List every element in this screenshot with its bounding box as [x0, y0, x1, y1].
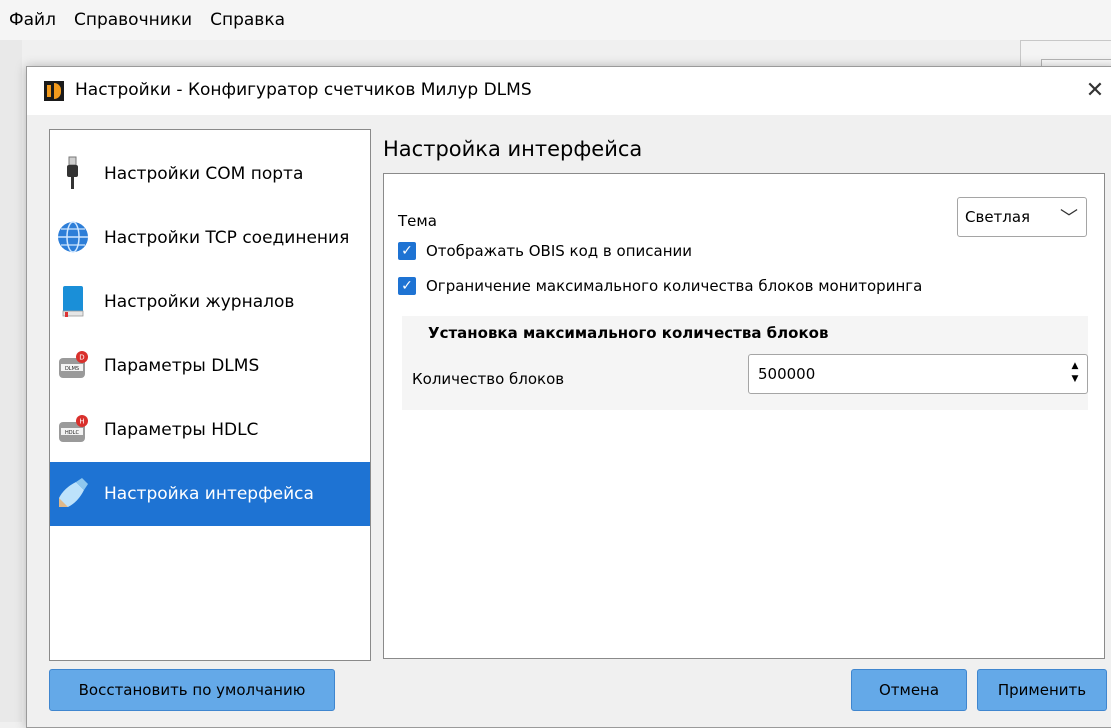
spin-down-icon[interactable]: ▼	[1069, 373, 1081, 386]
settings-dialog: Настройки - Конфигуратор счетчиков Милур…	[26, 66, 1111, 728]
apply-button[interactable]: Применить	[977, 669, 1107, 711]
app-logo-icon	[44, 81, 64, 101]
interface-settings-panel: Тема Светлая ﹀ ✓ Отображать OBIS код в о…	[383, 173, 1105, 659]
chevron-down-icon: ﹀	[1060, 208, 1078, 229]
usb-cable-icon	[67, 156, 78, 189]
spin-up-icon[interactable]: ▲	[1069, 360, 1081, 373]
settings-nav: Настройки COM порта Настройки TCP соедин…	[49, 129, 371, 661]
obis-code-checkbox[interactable]: ✓	[398, 242, 416, 260]
nav-item-label: Настройки COM порта	[104, 164, 304, 184]
max-blocks-group: Установка максимального количества блоко…	[402, 316, 1088, 410]
close-button[interactable]: ✕	[1079, 75, 1111, 107]
block-count-value: 500000	[758, 365, 816, 383]
hdlc-icon: HDLC H	[59, 415, 88, 442]
nav-item-label: Настройки журналов	[104, 292, 295, 312]
restore-defaults-button[interactable]: Восстановить по умолчанию	[49, 669, 335, 711]
cancel-button[interactable]: Отмена	[851, 669, 967, 711]
dlms-icon: DLMS D	[59, 351, 88, 378]
limit-blocks-checkbox[interactable]: ✓	[398, 277, 416, 295]
dialog-titlebar: Настройки - Конфигуратор счетчиков Милур…	[27, 67, 1111, 115]
brush-icon	[59, 478, 88, 507]
nav-item-label: Параметры DLMS	[104, 356, 260, 376]
menu-help[interactable]: Справка	[201, 10, 294, 30]
limit-blocks-label: Ограничение максимального количества бло…	[426, 277, 923, 295]
spin-arrows[interactable]: ▲ ▼	[1069, 360, 1081, 386]
nav-item-interface[interactable]: Настройка интерфейса	[50, 462, 370, 526]
nav-item-com-port[interactable]: Настройки COM порта	[50, 142, 370, 206]
nav-item-hdlc[interactable]: HDLC H Параметры HDLC	[50, 398, 370, 462]
block-count-label: Количество блоков	[412, 370, 565, 388]
globe-icon	[58, 221, 88, 253]
nav-item-label: Настройка интерфейса	[104, 484, 314, 504]
nav-item-label: Настройки TCP соединения	[104, 228, 350, 248]
book-icon	[62, 286, 84, 317]
svg-text:H: H	[79, 418, 84, 426]
block-count-spinbox[interactable]: 500000 ▲ ▼	[748, 354, 1088, 394]
theme-select-value: Светлая	[965, 208, 1031, 226]
nav-item-dlms[interactable]: DLMS D Параметры DLMS	[50, 334, 370, 398]
nav-item-logs[interactable]: Настройки журналов	[50, 270, 370, 334]
theme-label: Тема	[398, 212, 437, 230]
dialog-title: Настройки - Конфигуратор счетчиков Милур…	[75, 80, 532, 100]
background-app-edge	[0, 40, 22, 722]
nav-item-tcp[interactable]: Настройки TCP соединения	[50, 206, 370, 270]
svg-text:HDLC: HDLC	[65, 430, 79, 436]
menu-directories[interactable]: Справочники	[65, 10, 201, 30]
obis-code-option[interactable]: ✓ Отображать OBIS код в описании	[398, 242, 692, 260]
nav-item-label: Параметры HDLC	[104, 420, 259, 440]
svg-text:DLMS: DLMS	[65, 366, 79, 372]
obis-code-label: Отображать OBIS код в описании	[426, 242, 693, 260]
section-title: Настройка интерфейса	[383, 137, 643, 161]
svg-text:D: D	[79, 354, 84, 362]
group-title: Установка максимального количества блоко…	[428, 324, 829, 342]
theme-select[interactable]: Светлая ﹀	[957, 197, 1087, 237]
menu-bar: Файл Справочники Справка	[0, 0, 1111, 40]
menu-file[interactable]: Файл	[0, 10, 65, 30]
limit-blocks-option[interactable]: ✓ Ограничение максимального количества б…	[398, 277, 922, 295]
